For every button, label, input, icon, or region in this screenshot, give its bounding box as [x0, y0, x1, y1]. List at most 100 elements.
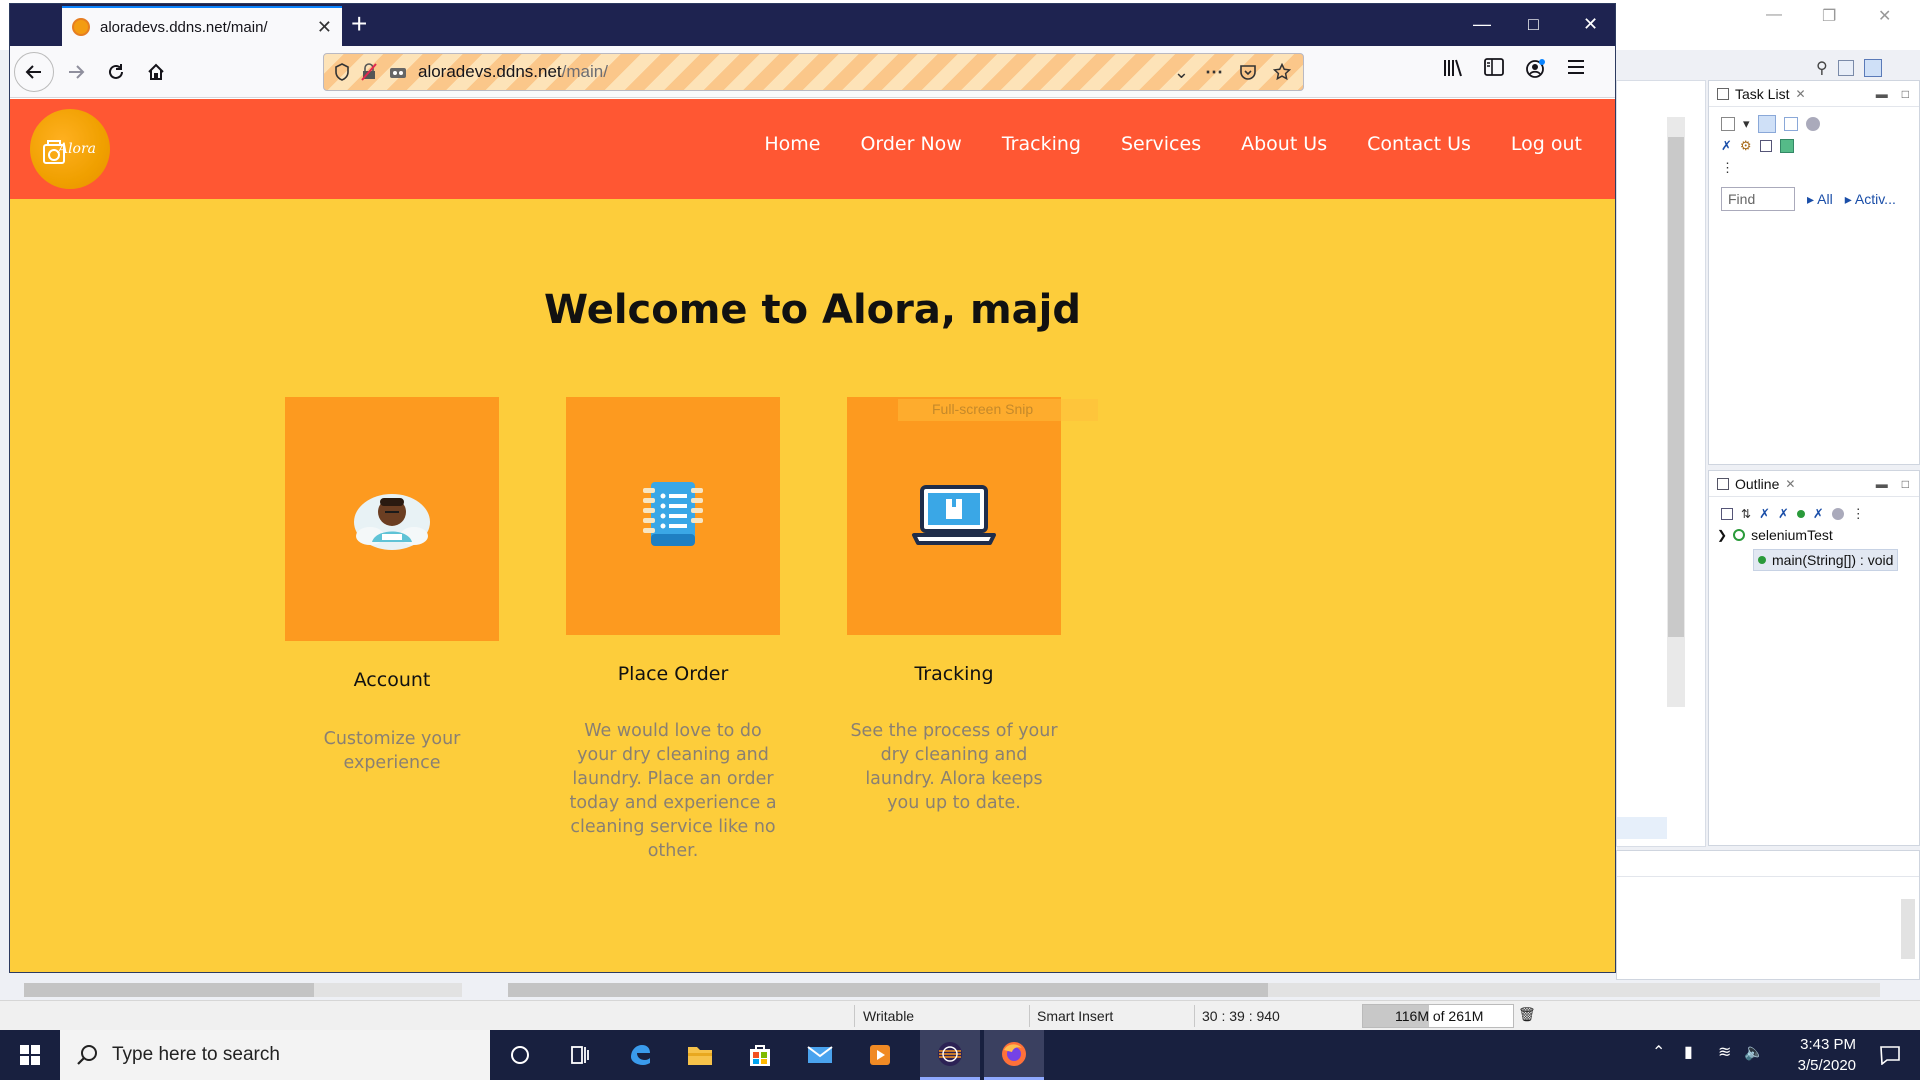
close-window-button[interactable]: ✕ [1583, 14, 1598, 35]
nav-services[interactable]: Services [1121, 133, 1201, 155]
maximize-icon[interactable]: □ [1902, 87, 1909, 101]
battery-icon[interactable]: ▮ [1684, 1042, 1693, 1062]
minimize-icon[interactable]: ▬ [1876, 477, 1888, 491]
eclipse-restore-button[interactable]: ❐ [1822, 6, 1836, 26]
task-view-icon[interactable] [550, 1030, 610, 1080]
start-button[interactable] [0, 1030, 60, 1080]
repository-icon[interactable] [1779, 139, 1794, 153]
java-perspective-icon[interactable] [1863, 59, 1882, 77]
nav-log-out[interactable]: Log out [1511, 133, 1582, 155]
hide-static-icon[interactable]: ✗ [1778, 506, 1789, 522]
place-order-card-box[interactable] [566, 397, 780, 635]
file-explorer-icon[interactable] [670, 1030, 730, 1080]
search-icon[interactable]: ⚲ [1816, 58, 1828, 78]
taskbar-clock[interactable]: 3:43 PM 3/5/2020 [1766, 1034, 1856, 1076]
task-all-link[interactable]: ▸ All [1807, 191, 1833, 208]
sort-icon[interactable]: ⇅ [1741, 507, 1751, 521]
chevron-down-icon[interactable]: ❯ [1717, 528, 1727, 542]
editor-scroll-thumb[interactable] [1668, 137, 1684, 637]
new-tab-button[interactable]: + [351, 10, 367, 38]
alora-logo[interactable]: Alora [30, 109, 110, 189]
close-icon[interactable]: ✕ [1785, 477, 1795, 491]
forward-button[interactable] [58, 54, 94, 90]
maximize-button[interactable]: □ [1528, 14, 1539, 35]
minimize-button[interactable]: — [1473, 14, 1491, 35]
sync-icon[interactable]: ⚙ [1740, 138, 1752, 154]
account-card[interactable]: Account Customize your experience [285, 397, 499, 773]
open-perspective-icon[interactable] [1837, 60, 1854, 76]
outline-method-node[interactable]: main(String[]) : void [1753, 549, 1899, 571]
outline-class-node[interactable]: ❯ seleniumTest [1717, 527, 1833, 543]
task-activate-link[interactable]: ▸ Activ... [1845, 191, 1896, 208]
tracking-card[interactable]: Tracking See the process of your dry cle… [847, 397, 1061, 813]
collapse-all-icon[interactable] [1721, 508, 1733, 520]
focus-icon[interactable] [1831, 508, 1844, 520]
bookmark-star-icon[interactable] [1273, 63, 1291, 81]
home-button[interactable] [138, 54, 174, 90]
pocket-icon[interactable] [1239, 63, 1257, 81]
nav-tracking[interactable]: Tracking [1002, 133, 1081, 155]
browser-tab[interactable]: aloradevs.ddns.net/main/ ✕ [62, 6, 342, 46]
place-order-card[interactable]: Place Order We would love to do your dry… [566, 397, 780, 861]
reload-button[interactable] [98, 54, 134, 90]
maximize-icon[interactable]: □ [1902, 477, 1909, 491]
nav-order-now[interactable]: Order Now [860, 133, 961, 155]
page-actions-icon[interactable]: ⋯ [1205, 62, 1223, 83]
mail-icon[interactable] [790, 1030, 850, 1080]
sidebar-icon[interactable] [1484, 58, 1504, 76]
show-hidden-icons[interactable]: ⌃ [1652, 1042, 1665, 1062]
edge-icon[interactable] [610, 1030, 670, 1080]
library-icon[interactable] [1442, 58, 1464, 78]
account-card-box[interactable] [285, 397, 499, 641]
account-icon[interactable] [1525, 58, 1547, 80]
eclipse-minimize-button[interactable]: — [1766, 6, 1782, 24]
volume-icon[interactable]: 🔈 [1744, 1042, 1764, 1062]
new-task-icon[interactable] [1721, 117, 1735, 131]
media-player-icon[interactable] [850, 1030, 910, 1080]
task-list-title[interactable]: Task List [1735, 86, 1789, 102]
heap-status[interactable]: 116M of 261M [1362, 1004, 1514, 1028]
nav-home[interactable]: Home [764, 133, 820, 155]
nav-about-us[interactable]: About Us [1241, 133, 1327, 155]
console-scrollbar[interactable] [1901, 899, 1915, 959]
notification-icon[interactable] [1860, 1030, 1920, 1080]
outline-title[interactable]: Outline [1735, 476, 1779, 492]
place-order-card-title[interactable]: Place Order [566, 663, 780, 685]
network-icon[interactable]: ≋ [1718, 1042, 1731, 1062]
garbage-collect-icon[interactable]: 🗑 [1518, 1006, 1536, 1023]
account-card-title[interactable]: Account [285, 669, 499, 691]
chevron-down-icon[interactable]: ⌄ [1174, 62, 1189, 83]
tracking-card-title[interactable]: Tracking [847, 663, 1061, 685]
editor-hscroll-thumb[interactable] [508, 983, 1268, 997]
eclipse-taskbar-icon[interactable] [920, 1030, 980, 1080]
focus-icon[interactable] [1805, 117, 1820, 131]
view-menu-icon[interactable]: ⋮ [1721, 160, 1734, 176]
eclipse-close-button[interactable]: ✕ [1878, 6, 1891, 26]
scheduled-icon[interactable] [1783, 117, 1798, 131]
insecure-lock-icon[interactable] [360, 63, 378, 81]
filter-icon[interactable]: ✗ [1721, 138, 1732, 154]
hide-nonpublic-icon[interactable] [1796, 510, 1805, 518]
menu-icon[interactable] [1566, 58, 1586, 76]
minimize-icon[interactable]: ▬ [1876, 87, 1888, 101]
close-icon[interactable]: ✕ [1795, 87, 1805, 101]
store-icon[interactable] [730, 1030, 790, 1080]
taskbar-search-box[interactable]: Type here to search [60, 1030, 490, 1080]
cortana-icon[interactable] [490, 1030, 550, 1080]
permissions-icon[interactable] [388, 63, 408, 81]
hide-fields-icon[interactable]: ✗ [1759, 506, 1770, 522]
back-button[interactable] [14, 52, 54, 92]
close-icon[interactable]: ✕ [317, 17, 332, 38]
categorized-icon[interactable] [1757, 115, 1776, 133]
nav-contact-us[interactable]: Contact Us [1367, 133, 1471, 155]
left-hscroll-thumb[interactable] [24, 983, 314, 997]
view-menu-icon[interactable]: ⋮ [1852, 506, 1865, 522]
url-bar[interactable]: aloradevs.ddns.net/main/ ⌄ ⋯ [323, 53, 1304, 91]
dropdown-icon[interactable]: ▾ [1743, 116, 1750, 132]
tracking-card-box[interactable] [847, 397, 1061, 635]
shield-icon[interactable] [334, 63, 350, 81]
firefox-taskbar-icon[interactable] [984, 1030, 1044, 1080]
hide-local-icon[interactable]: ✗ [1813, 506, 1824, 522]
task-find-input[interactable]: Find [1721, 187, 1795, 211]
collapse-icon[interactable] [1759, 140, 1772, 152]
